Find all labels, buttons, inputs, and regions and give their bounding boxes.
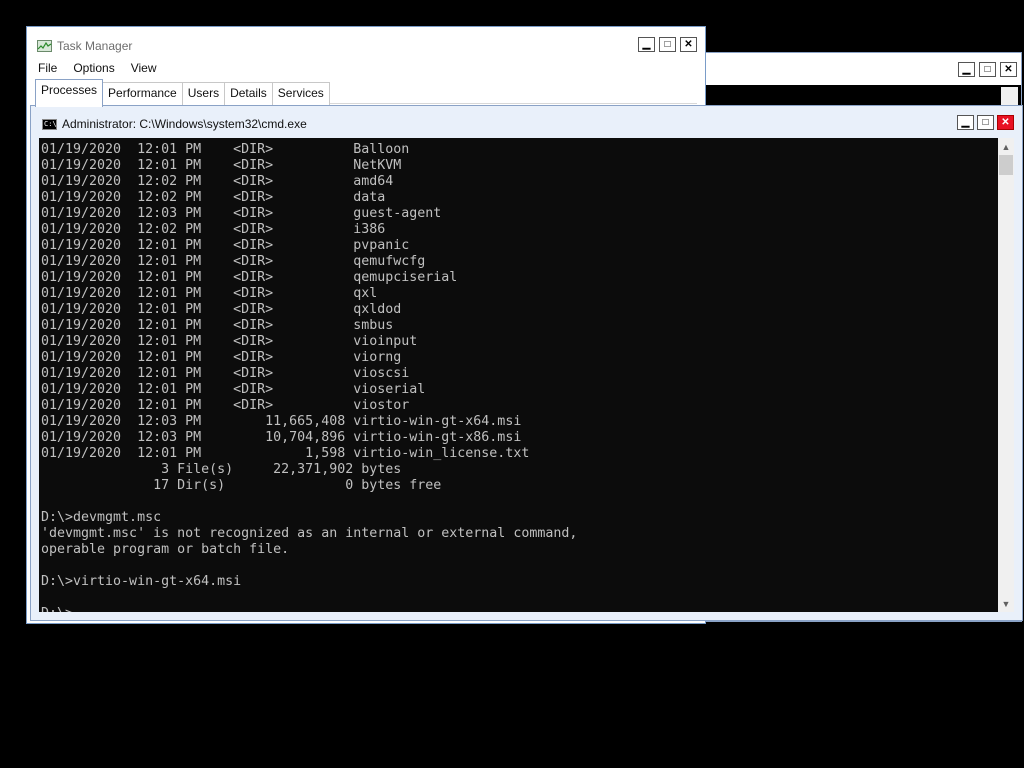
console-line: 01/19/2020 12:01 PM <DIR> vioscsi [41, 366, 410, 381]
cmd-minimize-button[interactable]: ▁ [957, 115, 974, 130]
task-manager-icon [37, 40, 52, 52]
console-line: 01/19/2020 12:01 PM <DIR> smbus [41, 318, 394, 333]
scroll-down-icon[interactable]: ▼ [998, 595, 1014, 612]
console-line: 01/19/2020 12:01 PM <DIR> pvpanic [41, 238, 410, 253]
cmd-close-button[interactable]: ✕ [997, 115, 1014, 130]
cmd-title: Administrator: C:\Windows\system32\cmd.e… [62, 117, 307, 131]
console-line: 01/19/2020 12:01 PM <DIR> qxl [41, 286, 378, 301]
console-line: 01/19/2020 12:01 PM 1,598 virtio-win_lic… [41, 446, 530, 461]
tab-users[interactable]: Users [181, 82, 226, 105]
console-line: 01/19/2020 12:02 PM <DIR> data [41, 190, 386, 205]
console-line: 01/19/2020 12:03 PM <DIR> guest-agent [41, 206, 442, 221]
tab-processes[interactable]: Processes [35, 79, 104, 107]
console-line: 3 File(s) 22,371,902 bytes [41, 462, 402, 477]
background-minimize-button[interactable]: ▁ [958, 62, 975, 77]
console-prompt: D:\> [41, 606, 73, 612]
task-manager-menubar: File Options View [35, 59, 160, 77]
console-line: 01/19/2020 12:01 PM <DIR> viorng [41, 350, 402, 365]
cmd-titlebar[interactable]: C:\ Administrator: C:\Windows\system32\c… [31, 106, 1022, 138]
tab-services[interactable]: Services [271, 82, 330, 105]
console-line: 01/19/2020 12:03 PM 10,704,896 virtio-wi… [41, 430, 522, 445]
console-line: operable program or batch file. [41, 542, 290, 557]
scroll-up-icon[interactable]: ▲ [998, 138, 1014, 155]
console-line: 01/19/2020 12:02 PM <DIR> amd64 [41, 174, 394, 189]
console-line: 01/19/2020 12:01 PM <DIR> qemufwcfg [41, 254, 426, 269]
console-output[interactable]: 01/19/2020 12:01 PM <DIR> Balloon 01/19/… [39, 138, 998, 612]
console-line: 'devmgmt.msc' is not recognized as an in… [41, 526, 578, 541]
console-line: 01/19/2020 12:01 PM <DIR> viostor [41, 398, 410, 413]
console-line: 01/19/2020 12:01 PM <DIR> vioinput [41, 334, 418, 349]
console-line: D:\>virtio-win-gt-x64.msi [41, 574, 242, 589]
menu-file[interactable]: File [35, 59, 60, 77]
tm-maximize-button[interactable]: □ [659, 37, 676, 52]
cmd-window: C:\ Administrator: C:\Windows\system32\c… [30, 105, 1023, 621]
tab-details[interactable]: Details [224, 82, 273, 105]
console-line: 01/19/2020 12:02 PM <DIR> i386 [41, 222, 386, 237]
task-manager-title: Task Manager [57, 39, 133, 53]
tab-performance[interactable]: Performance [102, 82, 183, 105]
menu-view[interactable]: View [128, 59, 160, 77]
background-close-button[interactable]: ✕ [1000, 62, 1017, 77]
cmd-maximize-button[interactable]: □ [977, 115, 994, 130]
console-line: 01/19/2020 12:01 PM <DIR> NetKVM [41, 158, 402, 173]
console-line: 01/19/2020 12:01 PM <DIR> Balloon [41, 142, 410, 157]
console-line: 01/19/2020 12:01 PM <DIR> qxldod [41, 302, 402, 317]
tm-close-button[interactable]: ✕ [680, 37, 697, 52]
cmd-icon: C:\ [42, 119, 57, 130]
console-line: 01/19/2020 12:01 PM <DIR> vioserial [41, 382, 426, 397]
scroll-thumb[interactable] [999, 155, 1013, 175]
console-line: D:\>devmgmt.msc [41, 510, 162, 525]
console-text: 01/19/2020 12:01 PM <DIR> Balloon 01/19/… [39, 138, 998, 612]
tm-minimize-button[interactable]: ▁ [638, 37, 655, 52]
background-maximize-button[interactable]: □ [979, 62, 996, 77]
task-manager-tabs: Processes Performance Users Details Serv… [35, 79, 697, 107]
console-scrollbar[interactable]: ▲ ▼ [998, 138, 1014, 612]
console-line: 01/19/2020 12:01 PM <DIR> qemupciserial [41, 270, 458, 285]
console-line: 17 Dir(s) 0 bytes free [41, 478, 442, 493]
console-line: 01/19/2020 12:03 PM 11,665,408 virtio-wi… [41, 414, 522, 429]
background-window-titlebar[interactable]: ▁ □ ✕ [701, 53, 1021, 85]
menu-options[interactable]: Options [70, 59, 117, 77]
